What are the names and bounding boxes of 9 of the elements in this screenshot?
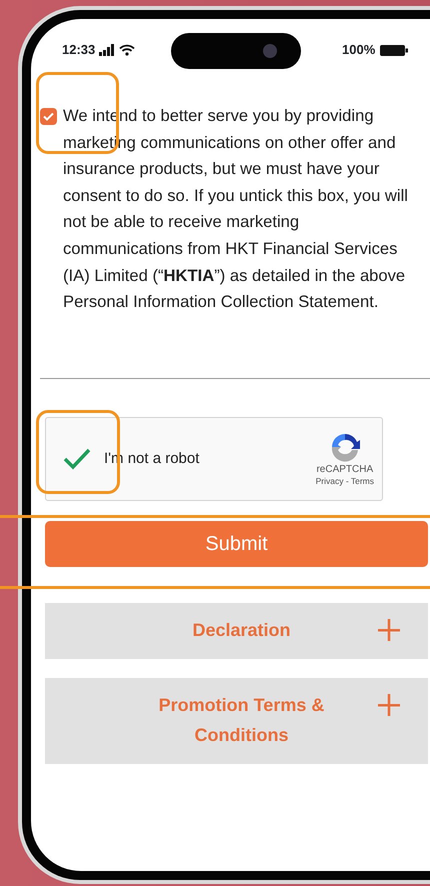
status-time: 12:33 — [62, 41, 96, 60]
battery-level: 100% — [342, 41, 376, 60]
recaptcha-brand: reCAPTCHA — [316, 462, 374, 476]
recaptcha-links[interactable]: Privacy - Terms — [316, 476, 374, 487]
accordion-title: Promotion Terms & Conditions — [158, 694, 326, 747]
submit-button[interactable]: Submit — [45, 520, 428, 567]
accordion-header[interactable]: Promotion Terms & Conditions — [45, 678, 428, 764]
accordion-title: Declaration — [191, 618, 292, 642]
accordion-header[interactable]: Declaration — [45, 602, 428, 659]
